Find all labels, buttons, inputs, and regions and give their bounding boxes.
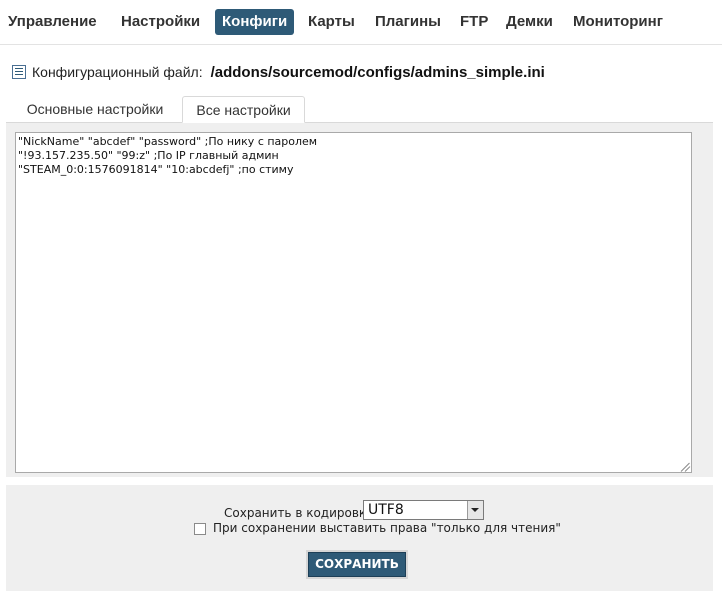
config-file-label: Конфигурационный файл: xyxy=(32,64,203,80)
top-navigation: Управление Настройки Конфиги Карты Плаги… xyxy=(0,0,722,45)
encoding-value: UTF8 xyxy=(368,502,404,518)
nav-item-settings[interactable]: Настройки xyxy=(114,9,207,35)
encoding-label: Сохранить в кодировке: xyxy=(224,506,378,520)
readonly-checkbox[interactable] xyxy=(194,523,206,535)
config-textarea[interactable]: "NickName" "abcdef" "password" ;По нику … xyxy=(15,132,692,473)
nav-item-management[interactable]: Управление xyxy=(1,9,104,35)
encoding-select[interactable]: UTF8 xyxy=(363,500,484,520)
save-button[interactable]: СОХРАНИТЬ xyxy=(308,552,406,577)
list-icon xyxy=(12,65,26,79)
chevron-down-icon[interactable] xyxy=(467,501,483,519)
config-line: "!93.157.235.50" "99:z" ;По IP главный а… xyxy=(18,149,279,162)
nav-item-plugins[interactable]: Плагины xyxy=(368,9,448,35)
nav-item-demos[interactable]: Демки xyxy=(499,9,560,35)
nav-item-configs[interactable]: Конфиги xyxy=(215,9,295,35)
tab-basic-settings[interactable]: Основные настройки xyxy=(14,96,176,123)
config-file-header: Конфигурационный файл: /addons/sourcemod… xyxy=(12,62,545,82)
readonly-label: При сохранении выставить права "только д… xyxy=(213,521,561,535)
config-line: "NickName" "abcdef" "password" ;По нику … xyxy=(18,135,318,148)
page: Управление Настройки Конфиги Карты Плаги… xyxy=(0,0,722,591)
resize-grip-icon[interactable] xyxy=(680,461,691,472)
tab-all-settings[interactable]: Все настройки xyxy=(182,96,305,123)
nav-divider xyxy=(0,44,722,45)
nav-item-ftp[interactable]: FTP xyxy=(453,9,495,35)
config-file-path: /addons/sourcemod/configs/admins_simple.… xyxy=(210,63,545,81)
nav-item-monitoring[interactable]: Мониторинг xyxy=(566,9,670,35)
config-line: "STEAM_0:0:1576091814" "10:abcdefj" ;по … xyxy=(18,163,294,176)
nav-item-maps[interactable]: Карты xyxy=(301,9,362,35)
